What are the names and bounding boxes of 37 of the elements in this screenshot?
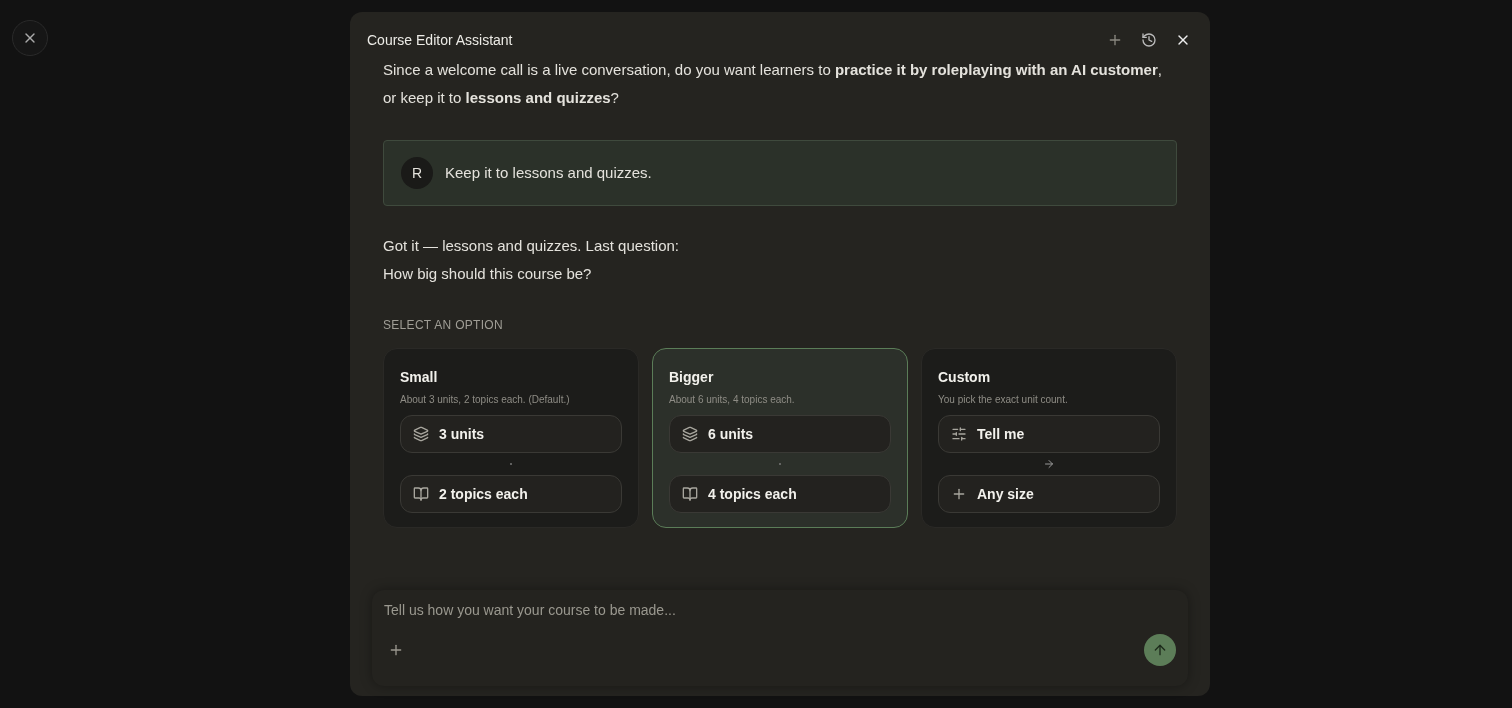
message-text: or keep it to lessons and quizzes? xyxy=(383,90,620,106)
option-card[interactable]: Custom You pick the exact unit count. Tell me Any size xyxy=(921,348,1177,528)
layers-icon xyxy=(682,426,698,442)
close-button[interactable] xyxy=(12,20,48,56)
history-icon xyxy=(1141,32,1157,48)
option-description: You pick the exact unit count. xyxy=(938,393,1069,407)
arrow-icon xyxy=(1043,458,1055,470)
option-description: About 3 units, 2 topics each. (Default.) xyxy=(400,393,571,407)
message-text: Got it — lessons and quizzes. Last question: xyxy=(383,238,680,254)
chip-label: 6 units xyxy=(708,424,754,444)
section-label: SELECT AN OPTION xyxy=(383,317,504,334)
plus-icon xyxy=(951,486,967,502)
book-icon xyxy=(682,486,698,502)
chip-label: 3 units xyxy=(439,424,485,444)
message-text: How big should this course be? xyxy=(383,266,593,282)
layers-icon xyxy=(413,426,429,442)
option-title: Custom xyxy=(938,368,992,387)
chip-label: 4 topics each xyxy=(708,484,797,504)
chip-label: Any size xyxy=(977,484,1034,504)
option-description: About 6 units, 4 topics each. xyxy=(669,393,796,407)
option-card[interactable]: Small About 3 units, 2 topics each. (Default.) 3 units 2 topics each xyxy=(383,348,639,528)
plus-icon xyxy=(388,642,404,658)
book-icon xyxy=(413,486,429,502)
option-title: Bigger xyxy=(669,368,715,387)
window-title: Course Editor Assistant xyxy=(367,30,513,50)
message-input[interactable]: Tell us how you want your course to be made... xyxy=(384,598,1176,622)
option-card[interactable]: Bigger About 6 units, 4 topics each. 6 units 4 topics each xyxy=(652,348,908,528)
plus-icon xyxy=(1107,32,1123,48)
user-avatar: R xyxy=(401,157,433,189)
send-button[interactable] xyxy=(1144,634,1176,666)
chip-label: Tell me xyxy=(977,424,1025,444)
message-text: Keep it to lessons and quizzes. xyxy=(445,162,652,183)
history-button[interactable] xyxy=(1139,30,1159,50)
chip-label: 2 topics each xyxy=(439,484,528,504)
sliders-icon xyxy=(951,426,967,442)
option-title: Small xyxy=(400,368,439,387)
message-text: Since a welcome call is a live conversation, do you want learners to practice it by roleplaying with an AI customer, xyxy=(383,62,1163,78)
